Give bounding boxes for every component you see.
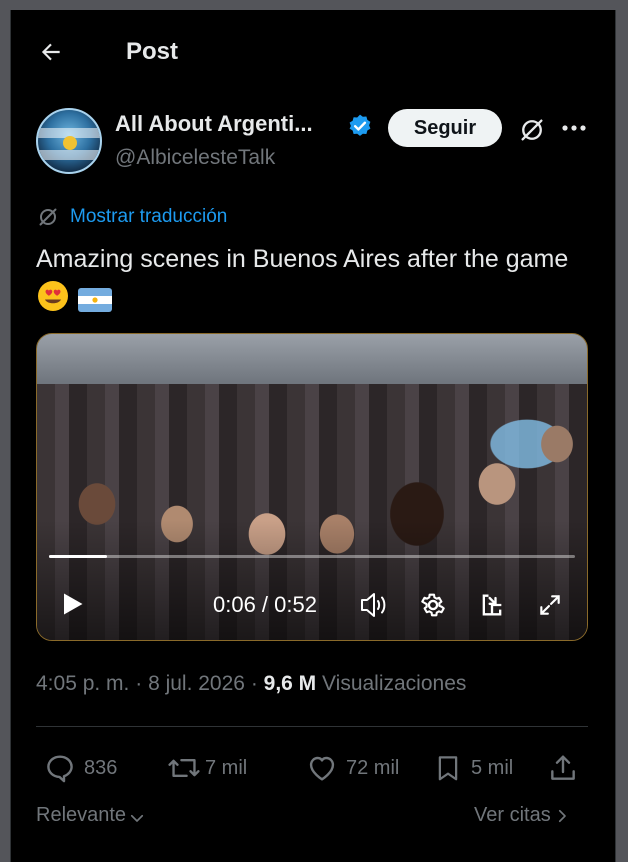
- repost-icon: [168, 758, 200, 778]
- reply-count: 836: [84, 756, 118, 779]
- follow-button[interactable]: Seguir: [388, 109, 502, 147]
- view-count: 9,6 M: [263, 672, 317, 695]
- page-title: Post: [126, 38, 179, 65]
- share-icon: [551, 755, 575, 780]
- view-quotes-label: Ver citas: [474, 804, 551, 826]
- back-button[interactable]: [33, 34, 69, 70]
- reply-icon: [47, 755, 73, 783]
- avatar[interactable]: [36, 108, 102, 174]
- bookmark-icon: [438, 756, 458, 781]
- more-options-button[interactable]: [560, 114, 588, 142]
- like-count: 72 mil: [346, 756, 400, 779]
- post-panel: Post All About Argenti... @AlbicelesteTa…: [10, 10, 616, 862]
- share-button[interactable]: [547, 748, 579, 788]
- sort-label: Relevante: [36, 804, 127, 826]
- divider: [36, 726, 588, 727]
- video-progress-bar[interactable]: [49, 555, 575, 558]
- expand-icon: [540, 595, 560, 615]
- action-bar: 836 7 mil 72 mil 5 mil: [36, 748, 588, 788]
- grok-icon: [521, 119, 543, 141]
- reply-button[interactable]: 836: [44, 748, 117, 788]
- view-count-label: Visualizaciones: [316, 672, 467, 695]
- chevron-down-icon: [130, 814, 144, 822]
- video-player[interactable]: 0:06 / 0:52: [36, 333, 588, 641]
- play-button[interactable]: [59, 590, 87, 618]
- more-horizontal-icon: [562, 125, 586, 131]
- sort-dropdown[interactable]: Relevante: [36, 804, 146, 827]
- like-button[interactable]: 72 mil: [306, 748, 399, 788]
- bookmark-button[interactable]: 5 mil: [433, 748, 513, 788]
- smiling-face-with-heart-eyes-icon: [36, 279, 70, 325]
- arrow-left-icon: [41, 43, 60, 61]
- heart-icon: [309, 756, 335, 781]
- post-time[interactable]: 4:05 p. m.: [36, 672, 129, 695]
- verified-badge-icon: [349, 114, 371, 136]
- grok-translate-icon: [39, 208, 57, 226]
- show-translation-label: Mostrar traducción: [70, 206, 228, 227]
- volume-button[interactable]: [359, 590, 389, 620]
- tweet-text: Amazing scenes in Buenos Aires after the…: [36, 240, 596, 325]
- settings-button[interactable]: [418, 590, 448, 620]
- repost-count: 7 mil: [205, 756, 248, 779]
- header: Post: [11, 10, 617, 94]
- flag-argentina-icon: [77, 286, 113, 325]
- author-name[interactable]: All About Argenti...: [115, 111, 313, 137]
- video-progress-fill: [49, 555, 107, 558]
- show-translation-link[interactable]: Mostrar traducción: [36, 203, 227, 231]
- bookmark-count: 5 mil: [471, 756, 514, 779]
- view-quotes-link[interactable]: Ver citas: [474, 804, 571, 827]
- grok-button[interactable]: [515, 113, 549, 147]
- tweet-body: Amazing scenes in Buenos Aires after the…: [36, 245, 569, 273]
- fullscreen-button[interactable]: [535, 590, 565, 620]
- pip-icon: [482, 594, 502, 616]
- chevron-right-icon: [558, 809, 566, 822]
- picture-in-picture-button[interactable]: [477, 590, 507, 620]
- author-handle[interactable]: @AlbicelesteTalk: [115, 146, 275, 170]
- repost-button[interactable]: 7 mil: [167, 748, 247, 788]
- play-icon: [64, 593, 83, 615]
- volume-icon: [361, 593, 386, 617]
- post-meta: 4:05 p. m. · 8 jul. 2026 · 9,6 M Visuali…: [36, 672, 467, 695]
- gear-icon: [421, 593, 445, 617]
- post-date[interactable]: 8 jul. 2026: [148, 672, 245, 695]
- video-time: 0:06 / 0:52: [213, 592, 317, 617]
